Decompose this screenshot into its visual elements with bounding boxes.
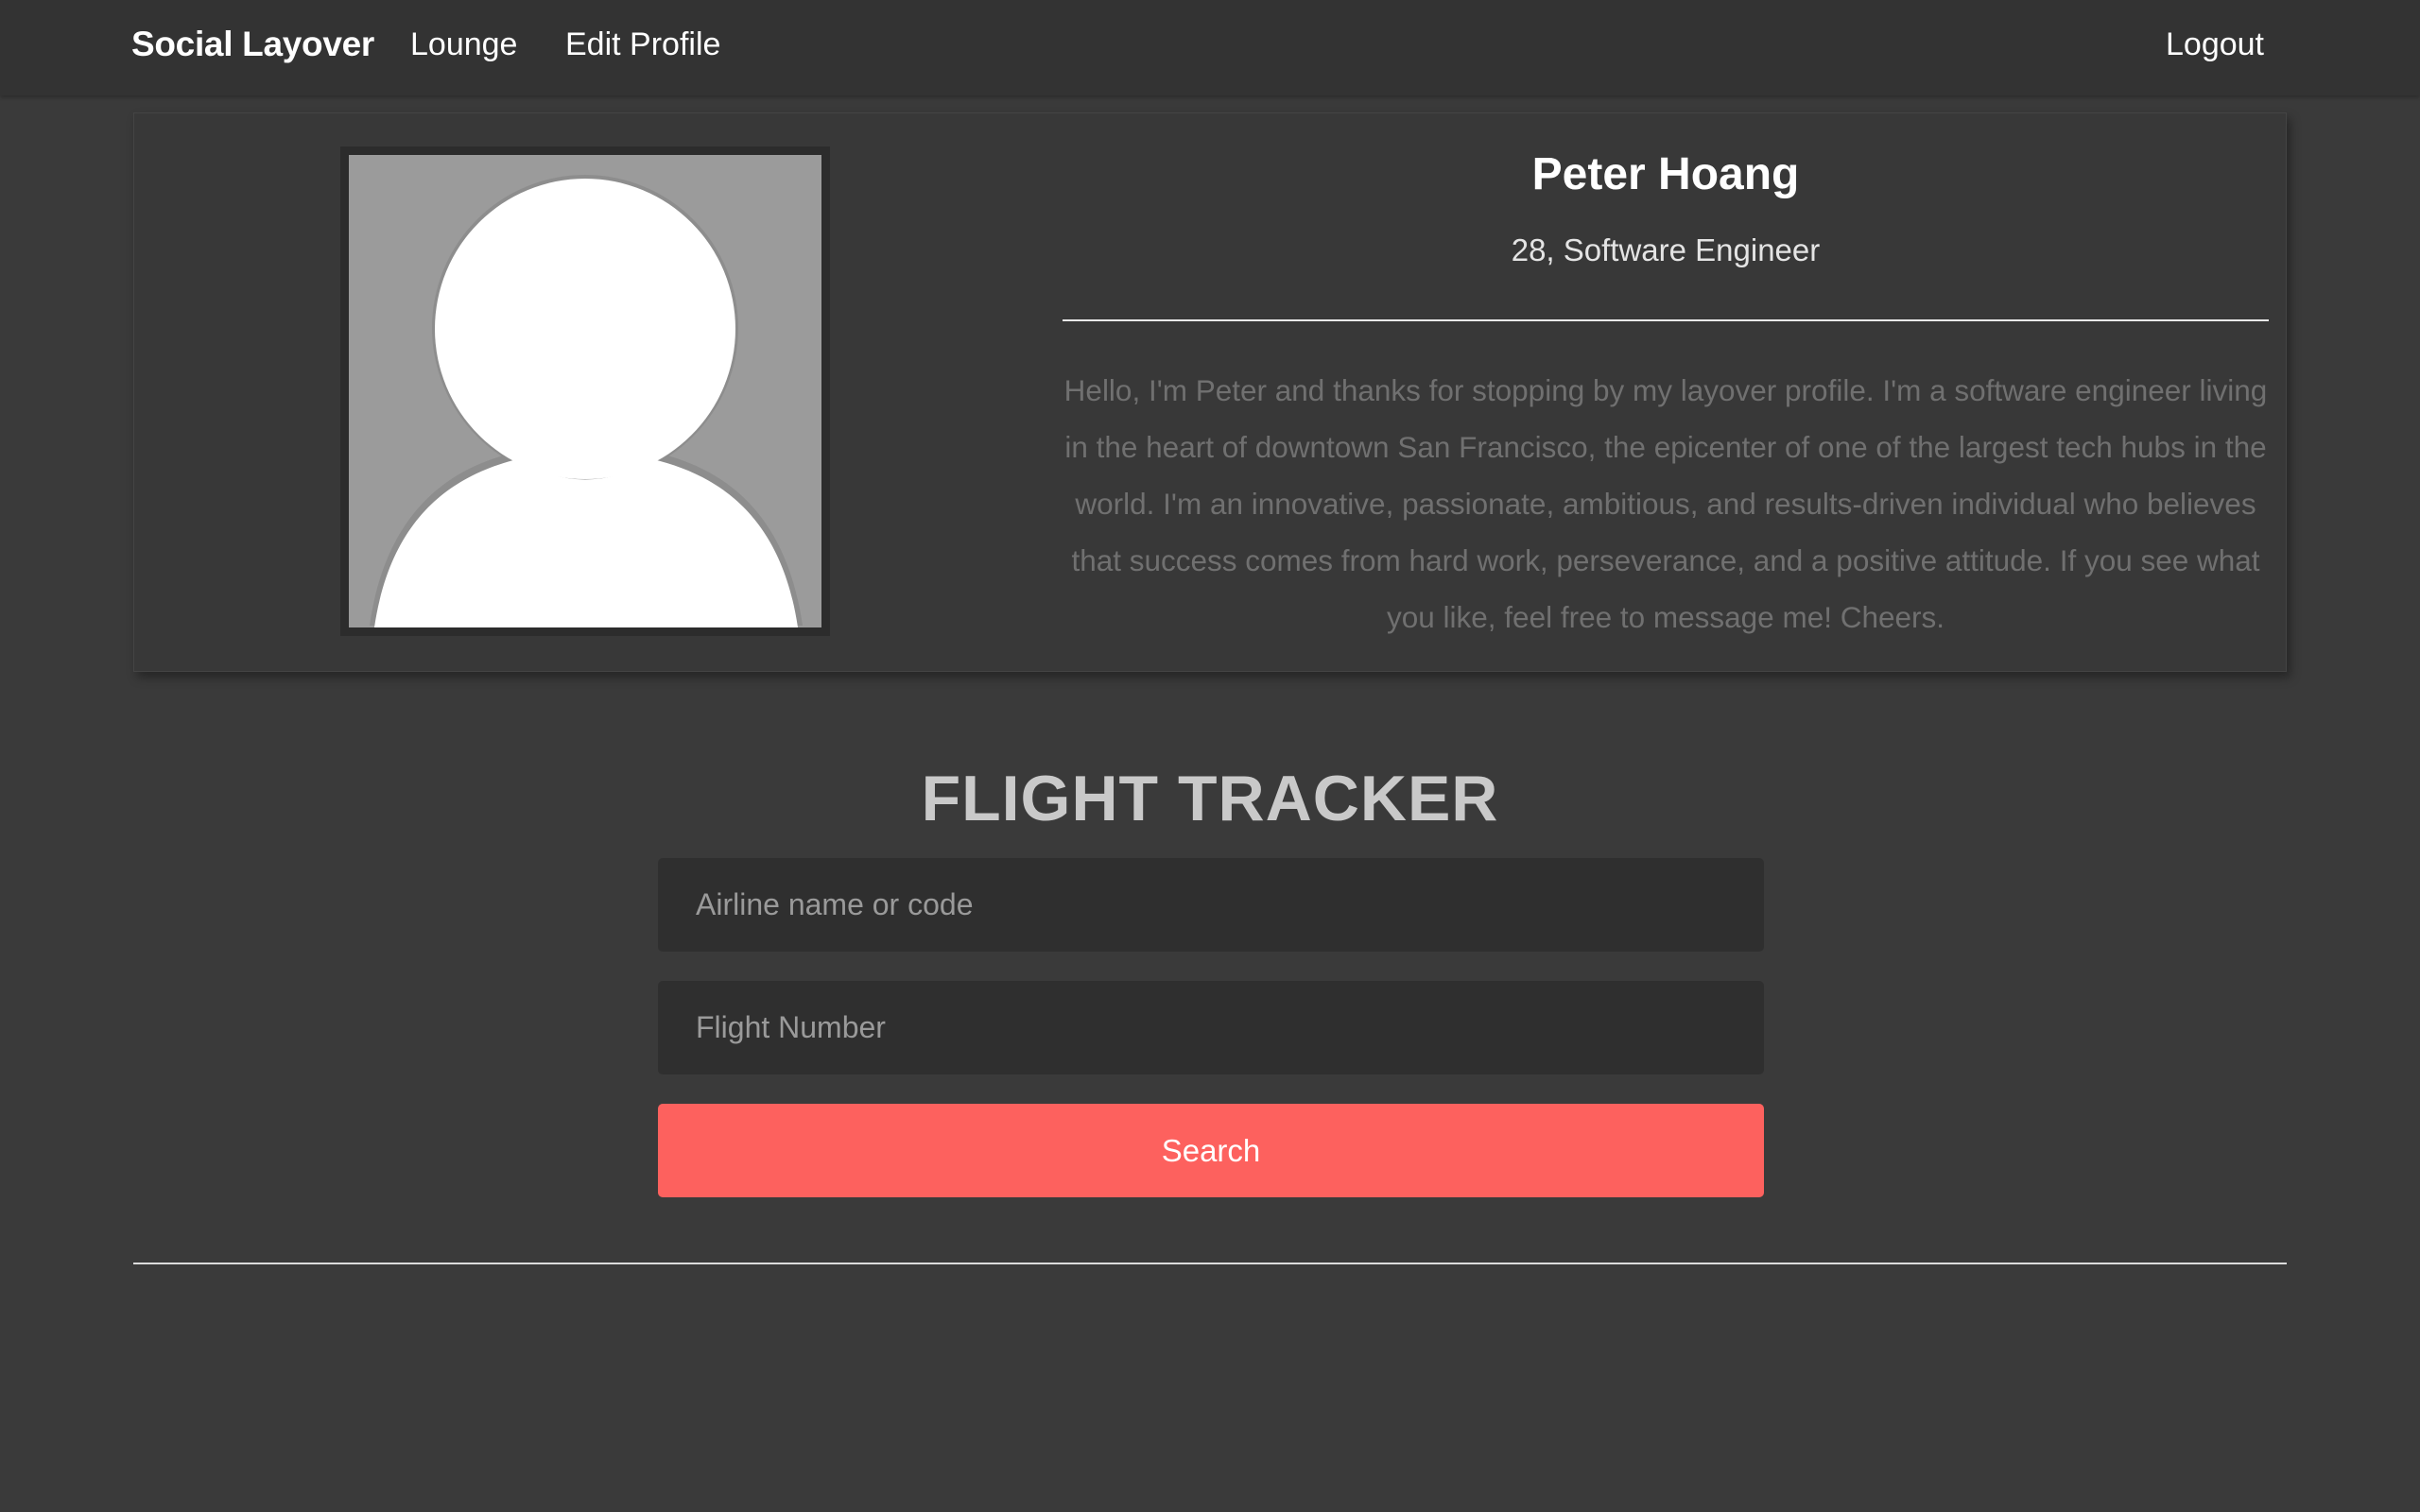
- search-button[interactable]: Search: [658, 1104, 1764, 1197]
- nav-link-lounge[interactable]: Lounge: [410, 26, 517, 63]
- profile-age-occupation: 28, Software Engineer: [1511, 232, 1821, 267]
- top-navbar: Social Layover Lounge Edit Profile Logou…: [0, 0, 2420, 95]
- nav-link-edit-profile[interactable]: Edit Profile: [565, 26, 720, 63]
- brand-link[interactable]: Social Layover: [131, 25, 374, 64]
- airline-input[interactable]: [658, 858, 1764, 952]
- flight-tracker-title: FLIGHT TRACKER: [921, 763, 1499, 834]
- section-divider: [133, 1263, 2287, 1264]
- default-user-avatar-icon: [349, 155, 821, 627]
- profile-card: Peter Hoang 28, Software Engineer Hello,…: [133, 112, 2287, 672]
- profile-divider: [1063, 319, 2269, 321]
- profile-name: Peter Hoang: [1531, 149, 1800, 199]
- profile-bio: Hello, I'm Peter and thanks for stopping…: [1063, 373, 2268, 634]
- flight-number-input[interactable]: [658, 981, 1764, 1074]
- nav-link-logout[interactable]: Logout: [2166, 26, 2264, 63]
- avatar-frame: [340, 146, 830, 636]
